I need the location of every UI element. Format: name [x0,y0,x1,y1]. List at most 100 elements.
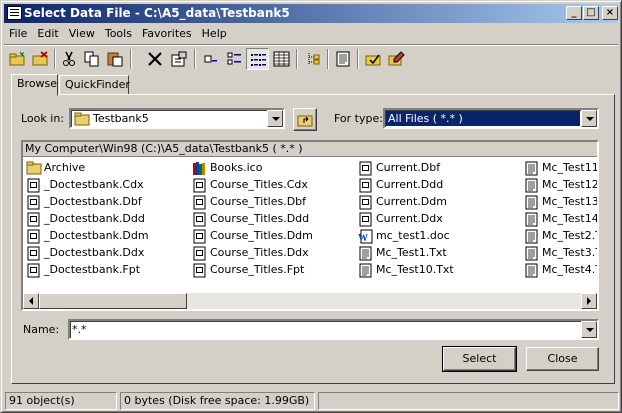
file-item[interactable]: Mc_Test14. [523,210,597,227]
name-input[interactable]: *.* [68,319,599,340]
menu-edit[interactable]: Edit [32,24,63,43]
pencil-folder-icon [388,51,405,66]
clipboard-icon [107,52,123,67]
file-item[interactable]: Mc_Test3.T [523,244,597,261]
delete-x-icon [148,52,162,66]
file-item[interactable]: Mc_Test4.T [523,261,597,278]
delete-button[interactable] [144,48,167,70]
menu-view[interactable]: View [64,24,100,43]
details-view-button[interactable] [270,48,293,70]
file-item[interactable]: Mc_Test1.Txt [357,244,447,261]
close-button[interactable]: Close [526,347,599,371]
file-item[interactable]: Course_Titles.Ddd [191,210,309,227]
select-button[interactable]: Select [442,346,517,372]
file-name: _Doctestbank.Ddx [44,246,145,259]
file-item[interactable]: _Doctestbank.Ddd [25,210,145,227]
file-name: Mc_Test1.Txt [376,246,447,259]
file-name: Books.ico [210,161,263,174]
menu-help[interactable]: Help [197,24,232,43]
file-item[interactable]: Current.Ddx [357,210,443,227]
preview-button[interactable] [332,48,355,70]
menu-favorites[interactable]: Favorites [137,24,197,43]
file-name: Mc_Test13. [542,195,597,208]
copy-icon [84,51,99,67]
text-file-icon [525,229,538,244]
file-item[interactable]: Course_Titles.Dbf [191,193,306,210]
file-name: Mc_Test4.T [542,263,597,276]
menu-file[interactable]: File [4,24,32,43]
close-window-button[interactable]: × [602,6,618,20]
file-item[interactable]: Books.ico [191,159,262,176]
look-in-dropdown[interactable]: Testbank5 [69,108,285,129]
scroll-thumb[interactable] [39,293,187,309]
maximize-button[interactable]: □ [583,6,599,20]
text-file-icon [359,263,372,278]
name-value: *.* [72,323,87,336]
folder-icon [26,161,42,175]
file-item[interactable]: Current.Ddd [357,176,443,193]
tab-quickfinder[interactable]: QuickFinder [59,75,130,95]
horizontal-scrollbar[interactable] [23,293,597,309]
file-item[interactable]: Current.Ddm [357,193,447,210]
name-dropdown-arrow[interactable] [581,321,597,338]
minimize-button[interactable]: _ [566,6,582,20]
file-item[interactable]: Mc_Test12. [523,176,597,193]
cut-button[interactable] [58,48,81,70]
for-type-dropdown-arrow[interactable] [581,110,597,127]
properties-button[interactable] [168,48,191,70]
file-item[interactable]: Course_Titles.Ddx [191,244,309,261]
file-item[interactable]: Mc_Test11. [523,159,597,176]
new-folder-button[interactable] [6,48,29,70]
text-file-icon [359,246,372,261]
file-item[interactable]: _Doctestbank.Fpt [25,261,140,278]
file-name: _Doctestbank.Cdx [44,178,144,191]
file-name: Mc_Test10.Txt [376,263,454,276]
scroll-right-button[interactable] [581,293,597,309]
text-file-icon [525,246,538,261]
file-item[interactable]: Current.Dbf [357,159,440,176]
file-item[interactable]: Mc_Test13. [523,193,597,210]
file-item[interactable]: Wmc_test1.doc [357,227,450,244]
up-one-level-button[interactable] [293,108,317,131]
look-in-dropdown-arrow[interactable] [267,110,283,127]
file-list-area[interactable]: Archive _Doctestbank.Cdx _Doctestbank.Dbf _… [23,158,597,293]
paste-button[interactable] [104,48,127,70]
scissors-icon [63,51,75,66]
file-item[interactable]: _Doctestbank.Ddm [25,227,149,244]
scroll-left-button[interactable] [23,293,39,309]
tab-browse[interactable]: Browse [11,74,58,96]
file-icon [193,178,206,193]
delete-folder-button[interactable] [29,48,52,70]
file-item[interactable]: _Doctestbank.Ddx [25,244,144,261]
details-view-icon [273,51,290,67]
delete-folder-icon [32,51,48,66]
file-item[interactable]: Course_Titles.Cdx [191,176,308,193]
file-item[interactable]: Course_Titles.Fpt [191,261,304,278]
save-edit-button[interactable] [385,48,408,70]
list-view-button[interactable] [246,48,269,70]
text-file-icon [525,178,538,193]
file-icon [359,195,372,210]
file-name: _Doctestbank.Ddm [44,229,149,242]
file-name: Course_Titles.Cdx [210,178,308,191]
file-name: _Doctestbank.Fpt [44,263,141,276]
file-name: _Doctestbank.Dbf [44,195,142,208]
menu-tools[interactable]: Tools [100,24,137,43]
status-object-count: 91 object(s) [5,392,117,410]
title-bar[interactable]: Select Data File - C:\A5_data\Testbank5 [4,4,618,23]
file-item[interactable]: Course_Titles.Ddm [191,227,313,244]
window-icon[interactable] [7,6,22,20]
file-item[interactable]: Archive [25,159,85,176]
small-icons-button[interactable] [223,48,246,70]
file-item[interactable]: Mc_Test2.T [523,227,597,244]
select-folder-button[interactable] [362,48,385,70]
for-type-dropdown[interactable]: All Files ( *.* ) [383,108,599,129]
file-list[interactable]: My Computer\Win98 (C:)\A5_data\Testbank5… [21,140,599,311]
tree-view-button[interactable] [302,48,325,70]
file-item[interactable]: _Doctestbank.Dbf [25,193,142,210]
large-icons-button[interactable] [200,48,223,70]
file-item[interactable]: Mc_Test10.Txt [357,261,454,278]
file-item[interactable]: _Doctestbank.Cdx [25,176,144,193]
copy-button[interactable] [81,48,104,70]
word-doc-icon: W [358,229,373,244]
